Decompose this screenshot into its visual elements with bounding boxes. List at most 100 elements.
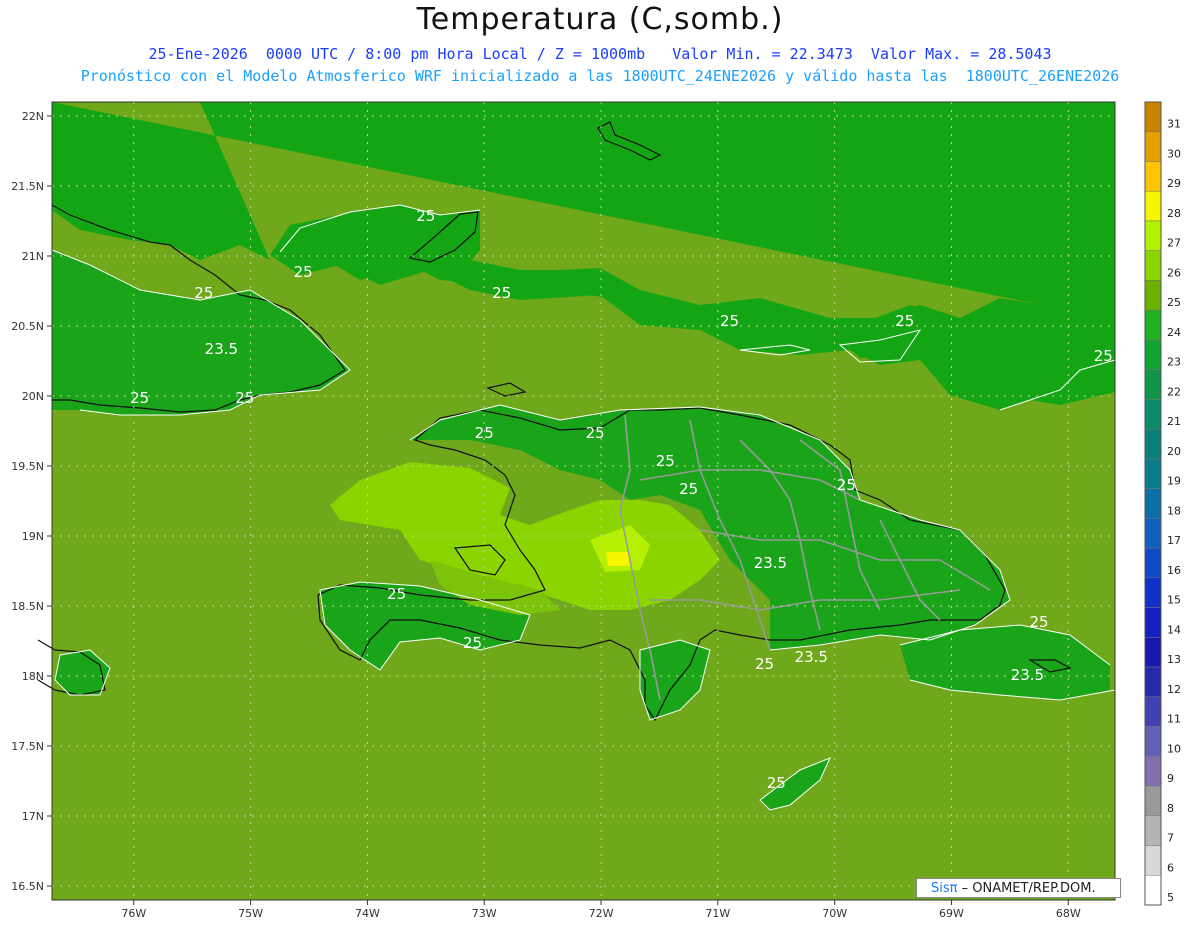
lat-tick-label: 20.5N — [11, 320, 44, 333]
colorbar-swatch — [1144, 280, 1162, 311]
lat-tick-label: 17.5N — [11, 740, 44, 753]
credit-text: – ONAMET/REP.DOM. — [957, 881, 1096, 896]
colorbar-label: 11 — [1167, 713, 1181, 726]
contour-label: 25 — [679, 480, 698, 498]
colorbar-label: 21 — [1167, 415, 1181, 428]
colorbar-swatch — [1144, 785, 1162, 817]
credit-box: Sisπ – ONAMET/REP.DOM. — [916, 878, 1121, 898]
temperature-map: 22N 21.5N 21N 20.5N 20N 19.5N 19N 18.5N 18N 17.5N… — [11, 101, 1181, 920]
lon-tick-label: 70W — [822, 907, 847, 920]
colorbar-label: 12 — [1167, 683, 1181, 696]
lat-tick-label: 16.5N — [11, 880, 44, 893]
colorbar-label: 24 — [1167, 326, 1181, 339]
lat-tick-label: 17N — [22, 810, 44, 823]
lon-tick-label: 72W — [589, 907, 614, 920]
colorbar-label: 14 — [1167, 623, 1181, 636]
colorbar-label: 22 — [1167, 385, 1181, 398]
colorbar-swatch — [1144, 250, 1162, 281]
longitude-axis: 76W 75W 74W 73W 72W 71W 70W 69W 68W — [121, 900, 1081, 920]
colorbar-swatch — [1144, 161, 1162, 192]
contour-label: 25 — [130, 389, 149, 407]
colorbar-label: 29 — [1167, 177, 1181, 190]
colorbar-swatch — [1144, 309, 1162, 341]
colorbar-label: 27 — [1167, 237, 1181, 250]
colorbar-swatch — [1144, 101, 1162, 132]
colorbar-swatch — [1144, 131, 1162, 162]
colorbar-swatch — [1144, 815, 1162, 846]
contour-label: 25 — [492, 284, 511, 302]
colorbar-swatch — [1144, 547, 1162, 579]
colorbar-swatch — [1144, 369, 1162, 400]
contour-label: 23.5 — [754, 554, 787, 572]
colorbar-label: 17 — [1167, 534, 1181, 547]
colorbar-label: 31 — [1167, 118, 1181, 131]
contour-label: 25 — [895, 312, 914, 330]
colorbar-label: 7 — [1167, 832, 1174, 845]
colorbar-label: 15 — [1167, 594, 1181, 607]
colorbar-swatch — [1144, 428, 1162, 460]
lat-tick-label: 19.5N — [11, 460, 44, 473]
lon-tick-label: 71W — [705, 907, 730, 920]
contour-label: 25 — [1094, 347, 1113, 365]
contour-label: 25 — [387, 585, 406, 603]
colorbar-label: 10 — [1167, 742, 1181, 755]
contour-label: 25 — [755, 655, 774, 673]
colorbar-label: 18 — [1167, 504, 1181, 517]
contour-label: 25 — [837, 476, 856, 494]
colorbar-swatch — [1144, 518, 1162, 549]
contour-label: 25 — [656, 452, 675, 470]
colorbar-swatch — [1144, 488, 1162, 519]
colorbar-swatch — [1144, 875, 1162, 906]
colorbar-swatch — [1144, 607, 1162, 638]
contour-label: 23.5 — [205, 340, 238, 358]
contour-label: 25 — [194, 284, 213, 302]
colorbar-label: 13 — [1167, 653, 1181, 666]
contour-label: 25 — [463, 634, 482, 652]
colorbar-swatch — [1144, 339, 1162, 370]
lon-tick-label: 74W — [355, 907, 380, 920]
colorbar-swatch — [1144, 458, 1162, 489]
lat-tick-label: 18.5N — [11, 600, 44, 613]
lon-tick-label: 76W — [121, 907, 146, 920]
colorbar-label: 23 — [1167, 356, 1181, 369]
temperature-colorbar: 31 30 29 28 27 26 25 24 23 22 21 20 19 18 17 16 15 14 13 12… — [1144, 101, 1181, 906]
contour-label: 25 — [416, 207, 435, 225]
colorbar-label: 28 — [1167, 207, 1181, 220]
colorbar-swatch — [1144, 845, 1162, 876]
colorbar-label: 19 — [1167, 475, 1181, 488]
contour-label: 25 — [235, 389, 254, 407]
contour-label: 25 — [475, 424, 494, 442]
lon-tick-label: 69W — [939, 907, 964, 920]
contour-label: 23.5 — [795, 648, 828, 666]
hottest-spot — [606, 552, 630, 566]
colorbar-swatch — [1144, 666, 1162, 698]
contour-label: 25 — [1030, 613, 1049, 631]
lat-tick-label: 20N — [22, 390, 44, 403]
colorbar-label: 16 — [1167, 564, 1181, 577]
colorbar-label: 8 — [1167, 802, 1174, 815]
colorbar-swatch — [1144, 220, 1162, 251]
colorbar-label: 26 — [1167, 266, 1181, 279]
credit-brand: Sisπ — [931, 881, 958, 896]
lat-tick-label: 18N — [22, 670, 44, 683]
colorbar-label: 6 — [1167, 861, 1174, 874]
contour-label: 25 — [720, 312, 739, 330]
colorbar-swatch — [1144, 637, 1162, 668]
colorbar-label: 9 — [1167, 772, 1174, 785]
colorbar-swatch — [1144, 726, 1162, 757]
lat-tick-label: 19N — [22, 530, 44, 543]
lon-tick-label: 73W — [472, 907, 497, 920]
lat-tick-label: 21.5N — [11, 180, 44, 193]
lon-tick-label: 68W — [1056, 907, 1081, 920]
lon-tick-label: 75W — [238, 907, 263, 920]
colorbar-swatch — [1144, 577, 1162, 608]
lat-tick-label: 22N — [22, 110, 44, 123]
colorbar-label: 30 — [1167, 147, 1181, 160]
contour-label: 25 — [294, 263, 313, 281]
contour-label: 25 — [767, 774, 786, 792]
colorbar-swatch — [1144, 756, 1162, 787]
colorbar-label: 5 — [1167, 891, 1174, 904]
latitude-axis: 22N 21.5N 21N 20.5N 20N 19.5N 19N 18.5N 18N 17.5N… — [11, 110, 52, 893]
contour-label: 23.5 — [1011, 666, 1044, 684]
colorbar-swatch — [1144, 190, 1162, 222]
